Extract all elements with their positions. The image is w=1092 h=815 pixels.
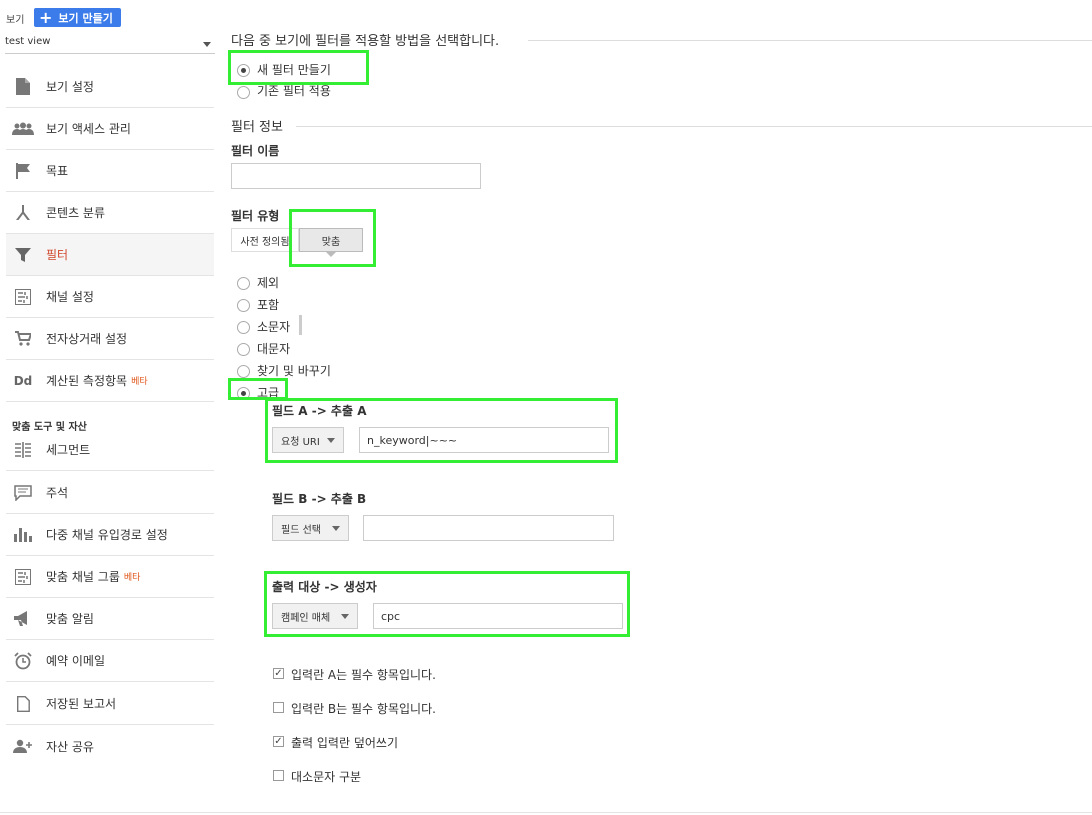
create-view-label: 보기 만들기 xyxy=(58,11,113,25)
sidebar-item-goals[interactable]: 목표 xyxy=(6,150,214,192)
beta-badge: 베타 xyxy=(123,573,141,583)
checkbox-override-output[interactable]: ✓ xyxy=(273,736,284,747)
dd-glyph: Dd xyxy=(13,373,33,388)
sidebar-item-label: 채널 설정 xyxy=(46,290,94,304)
filter-name-label: 필터 이름 xyxy=(231,144,280,158)
chevron-down-icon xyxy=(332,526,340,531)
text-cursor-marker xyxy=(299,315,302,335)
sidebar-item-mcf-settings[interactable]: 다중 채널 유입경로 설정 xyxy=(6,514,214,556)
dd-icon: Dd xyxy=(12,372,34,390)
flag-icon xyxy=(12,162,34,180)
divider xyxy=(528,40,1092,41)
radio-exclude[interactable] xyxy=(237,277,250,290)
filter-icon xyxy=(12,246,34,264)
channel-group-icon xyxy=(12,568,34,586)
footer-divider xyxy=(0,812,1092,813)
document-icon xyxy=(12,78,34,96)
field-b-select[interactable]: 필드 선택 xyxy=(272,515,349,541)
filter-name-input[interactable] xyxy=(231,163,481,189)
sidebar-item-label: 보기 설정 xyxy=(46,80,94,94)
divider xyxy=(296,126,1092,127)
radio-apply-existing-filter[interactable] xyxy=(237,86,250,99)
plus-icon: + xyxy=(39,7,53,27)
sidebar-item-custom-channel-groups[interactable]: 맞춤 채널 그룹 베타 xyxy=(6,556,214,598)
sidebar-item-label: 저장된 보고서 xyxy=(46,697,117,711)
add-person-icon xyxy=(12,737,34,755)
radio-include[interactable] xyxy=(237,299,250,312)
page-title: 다음 중 보기에 필터를 적용할 방법을 선택합니다. xyxy=(231,34,500,49)
sidebar-item-filters[interactable]: 필터 xyxy=(6,234,214,276)
saved-report-icon xyxy=(12,695,34,713)
channel-settings-icon xyxy=(12,288,34,306)
people-icon xyxy=(12,120,34,138)
checkbox-field-a-required[interactable]: ✓ xyxy=(273,668,284,679)
checkbox-field-b-required[interactable] xyxy=(273,702,284,713)
alarm-clock-icon xyxy=(12,651,34,670)
highlight-box-field-a xyxy=(265,398,618,463)
filter-type-label: 필터 유형 xyxy=(231,209,280,223)
field-b-input[interactable] xyxy=(363,515,614,541)
sidebar-item-label: 다중 채널 유입경로 설정 xyxy=(46,528,168,542)
content-grouping-icon xyxy=(12,204,34,222)
checkbox-label-field-a-required: 입력란 A는 필수 항목입니다. xyxy=(291,668,436,682)
sidebar-item-label: 예약 이메일 xyxy=(46,654,106,668)
chevron-down-icon xyxy=(203,42,211,47)
field-b-select-value: 필드 선택 xyxy=(281,524,321,536)
highlight-box-custom-tab xyxy=(289,209,376,267)
field-b-label: 필드 B -> 추출 B xyxy=(272,492,367,506)
sidebar-item-label: 주석 xyxy=(46,486,69,500)
megaphone-icon xyxy=(12,610,34,628)
sidebar-item-label: 맞춤 채널 그룹 xyxy=(46,570,120,584)
bar-chart-icon xyxy=(12,526,34,544)
sidebar-item-annotations[interactable]: 주석 xyxy=(6,472,214,514)
section-header-filter-info: 필터 정보 xyxy=(231,120,283,135)
checkbox-case-sensitive[interactable] xyxy=(273,770,284,781)
view-selector-value: test view xyxy=(5,36,51,47)
radio-search-replace[interactable] xyxy=(237,365,250,378)
view-selector[interactable]: test view xyxy=(5,36,215,54)
sidebar-item-label: 세그먼트 xyxy=(46,443,91,457)
radio-label-lowercase: 소문자 xyxy=(257,320,291,334)
sidebar-item-label: 자산 공유 xyxy=(46,739,94,754)
sidebar-item-saved-reports[interactable]: 저장된 보고서 xyxy=(6,683,214,725)
checkbox-label-case-sensitive: 대소문자 구분 xyxy=(291,770,362,784)
sidebar-item-asset-sharing[interactable]: 자산 공유 xyxy=(6,725,214,767)
segment-icon xyxy=(12,441,34,459)
sidebar-item-label: 콘텐츠 분류 xyxy=(46,206,106,220)
sidebar-item-view-settings[interactable]: 보기 설정 xyxy=(6,66,214,108)
sidebar-item-label: 전자상거래 설정 xyxy=(46,332,128,346)
radio-lowercase[interactable] xyxy=(237,321,250,334)
sidebar-item-label: 목표 xyxy=(46,164,69,178)
sidebar-item-label: 필터 xyxy=(46,248,69,262)
sidebar-item-label: 계산된 측정항목 xyxy=(46,374,128,388)
sidebar: 보기 + 보기 만들기 test view 보기 설정 보기 액세스 관리 목표… xyxy=(0,0,216,815)
radio-label-exclude: 제외 xyxy=(257,276,280,290)
checkbox-label-override-output: 출력 입력란 덮어쓰기 xyxy=(291,736,398,750)
sidebar-item-segments[interactable]: 세그먼트 xyxy=(6,429,214,471)
sidebar-item-channel-settings[interactable]: 채널 설정 xyxy=(6,276,214,318)
highlight-box-output xyxy=(264,571,630,637)
sidebar-item-user-management[interactable]: 보기 액세스 관리 xyxy=(6,108,214,150)
checkbox-label-field-b-required: 입력란 B는 필수 항목입니다. xyxy=(291,702,436,716)
create-view-button[interactable]: + 보기 만들기 xyxy=(34,8,121,27)
sidebar-item-custom-alerts[interactable]: 맞춤 알림 xyxy=(6,598,214,640)
radio-label-include: 포함 xyxy=(257,298,280,312)
sidebar-item-label: 보기 액세스 관리 xyxy=(46,122,131,136)
sidebar-item-calculated-metrics[interactable]: Dd 계산된 측정항목 베타 xyxy=(6,360,214,402)
sidebar-item-scheduled-emails[interactable]: 예약 이메일 xyxy=(6,640,214,682)
view-label: 보기 xyxy=(6,15,25,26)
cart-icon xyxy=(12,330,34,348)
radio-label-search-replace: 찾기 및 바꾸기 xyxy=(257,364,331,378)
highlight-box-advanced xyxy=(228,378,288,400)
sidebar-item-ecommerce-settings[interactable]: 전자상거래 설정 xyxy=(6,318,214,360)
sidebar-item-label: 맞춤 알림 xyxy=(46,612,94,626)
highlight-box-new-filter xyxy=(228,50,369,85)
comment-icon xyxy=(12,484,34,502)
sidebar-item-content-grouping[interactable]: 콘텐츠 분류 xyxy=(6,192,214,234)
radio-label-uppercase: 대문자 xyxy=(257,342,291,356)
radio-uppercase[interactable] xyxy=(237,343,250,356)
beta-badge: 베타 xyxy=(131,377,148,387)
